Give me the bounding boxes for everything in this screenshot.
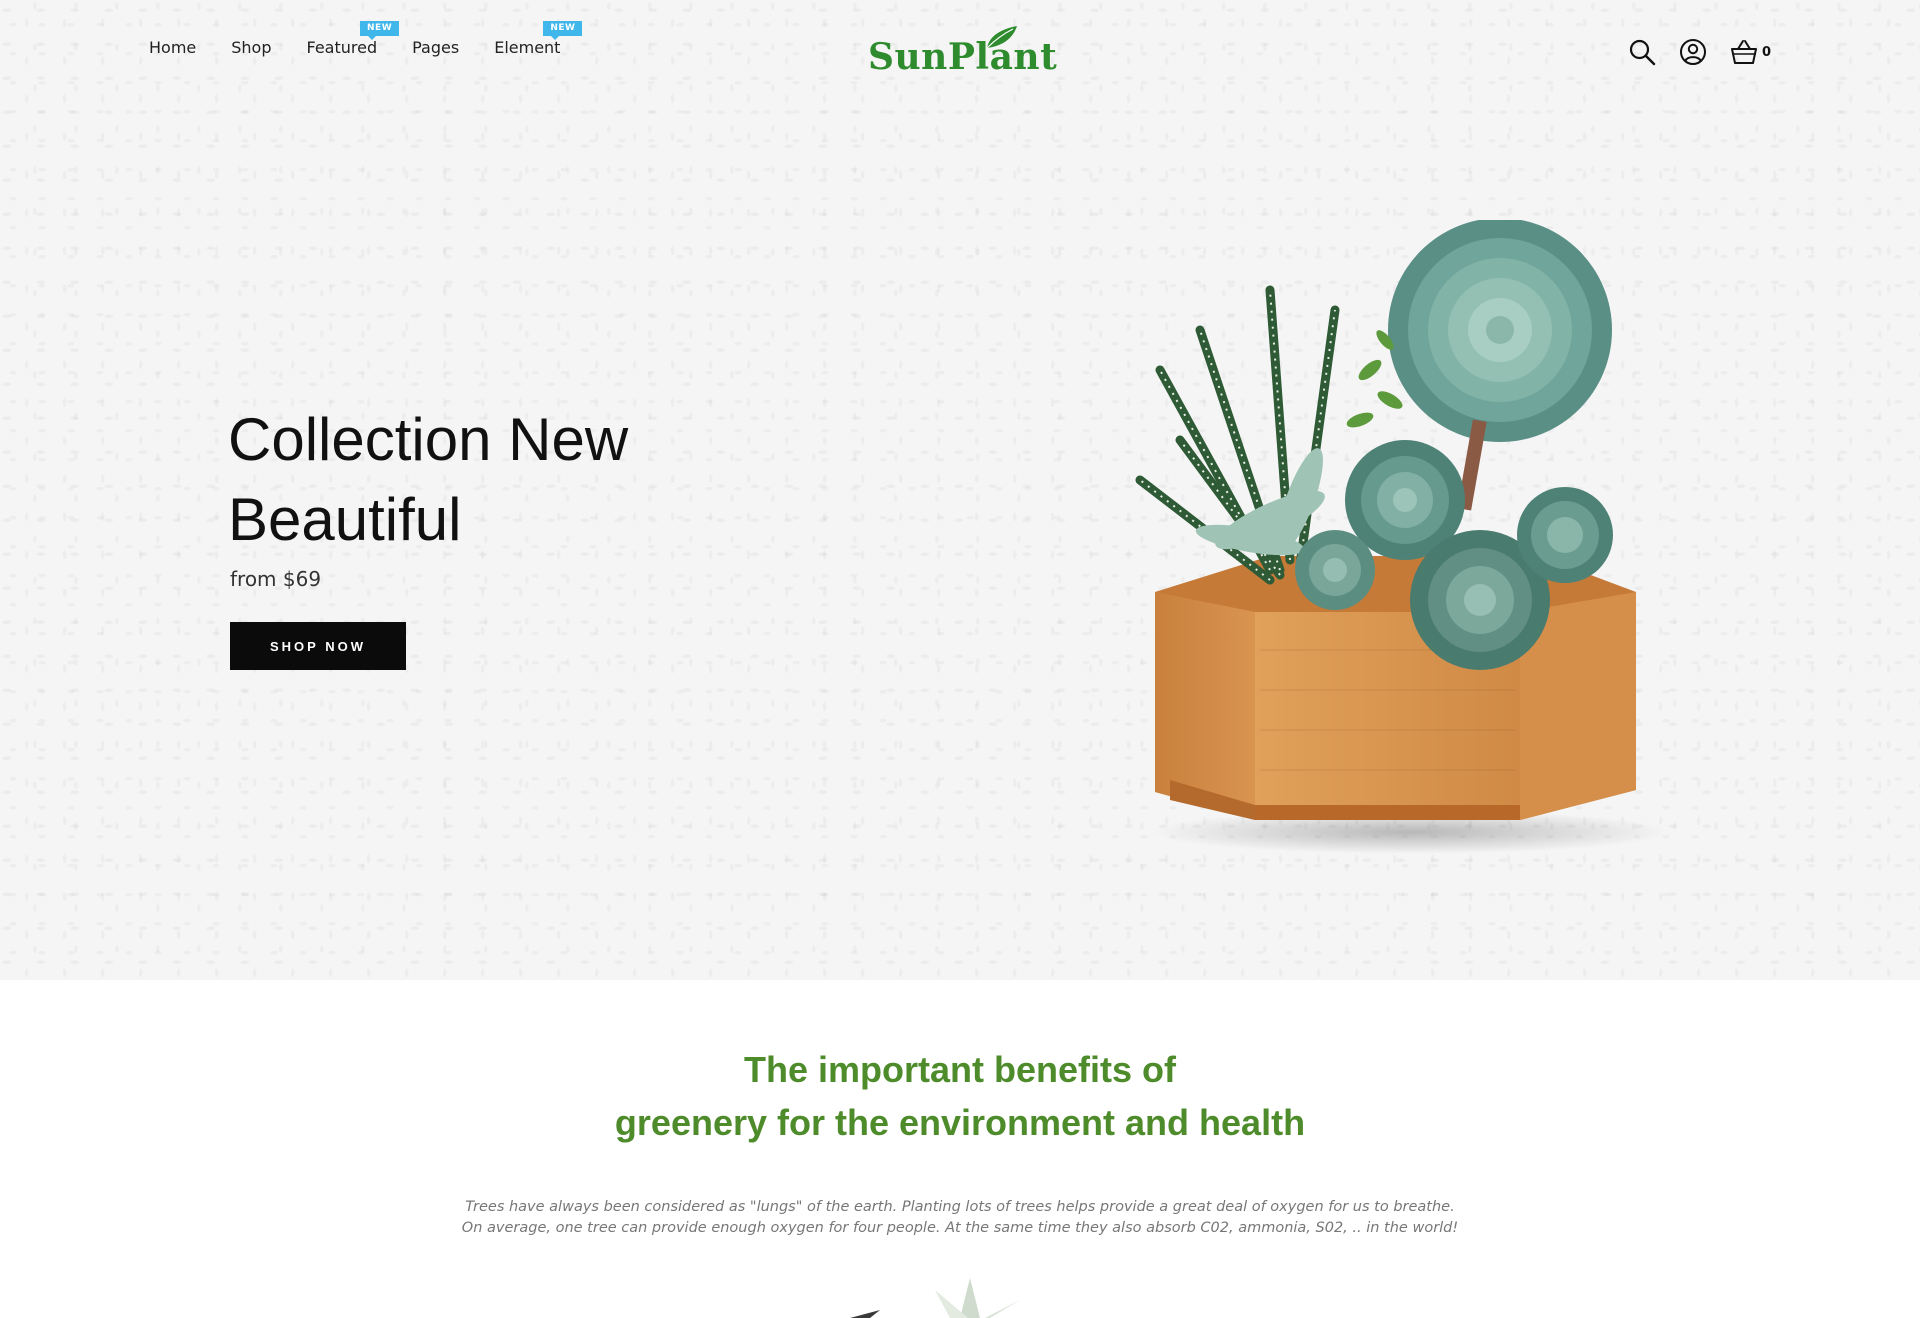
nav-item-home[interactable]: Home — [149, 38, 196, 57]
nav-item-label: Shop — [231, 38, 272, 57]
plant-image-partial — [850, 1278, 1020, 1318]
nav-item-element[interactable]: Element NEW — [494, 21, 583, 57]
shop-now-button[interactable]: SHOP NOW — [230, 622, 406, 670]
nav-item-pages[interactable]: Pages — [412, 38, 459, 57]
logo-text: SunPlant — [868, 36, 1058, 78]
benefits-title-line2: greenery for the environment and health — [614, 1102, 1306, 1143]
benefits-title-line1: The important benefits of — [744, 1049, 1176, 1090]
benefits-description: Trees have always been considered as "lu… — [0, 1197, 1920, 1239]
hero-title: Collection New Beautiful — [228, 400, 788, 560]
hero-price: from $69 — [230, 567, 322, 591]
benefits-text-line2: On average, one tree can provide enough … — [461, 1220, 1459, 1236]
user-icon[interactable] — [1679, 38, 1707, 66]
nav-item-label: Featured — [306, 38, 378, 57]
cart-count: 0 — [1762, 44, 1772, 60]
nav-item-label: Element — [494, 38, 561, 57]
nav-item-featured[interactable]: Featured NEW — [306, 21, 400, 57]
succulent-pot-image — [1135, 220, 1670, 854]
nav-item-label: Home — [149, 38, 197, 57]
basket-icon — [1731, 40, 1757, 64]
header-icons: 0 — [1628, 38, 1771, 66]
new-badge: NEW — [360, 21, 400, 40]
search-icon[interactable] — [1628, 38, 1656, 66]
benefits-title: The important benefits of greenery for t… — [0, 1043, 1920, 1149]
nav-item-shop[interactable]: Shop — [231, 38, 271, 57]
benefits-text-line1: Trees have always been considered as "lu… — [465, 1199, 1455, 1215]
cart-button[interactable]: 0 — [1730, 38, 1771, 66]
new-badge: NEW — [543, 21, 583, 40]
hero-title-line2: Beautiful — [228, 486, 462, 553]
hero-title-line1: Collection New — [228, 406, 629, 473]
site-logo[interactable]: SunPlant — [868, 22, 1057, 78]
leaf-icon — [986, 26, 1017, 49]
nav-item-label: Pages — [412, 38, 460, 57]
main-nav: Home Shop Featured NEW Pages Element NEW — [149, 21, 595, 57]
